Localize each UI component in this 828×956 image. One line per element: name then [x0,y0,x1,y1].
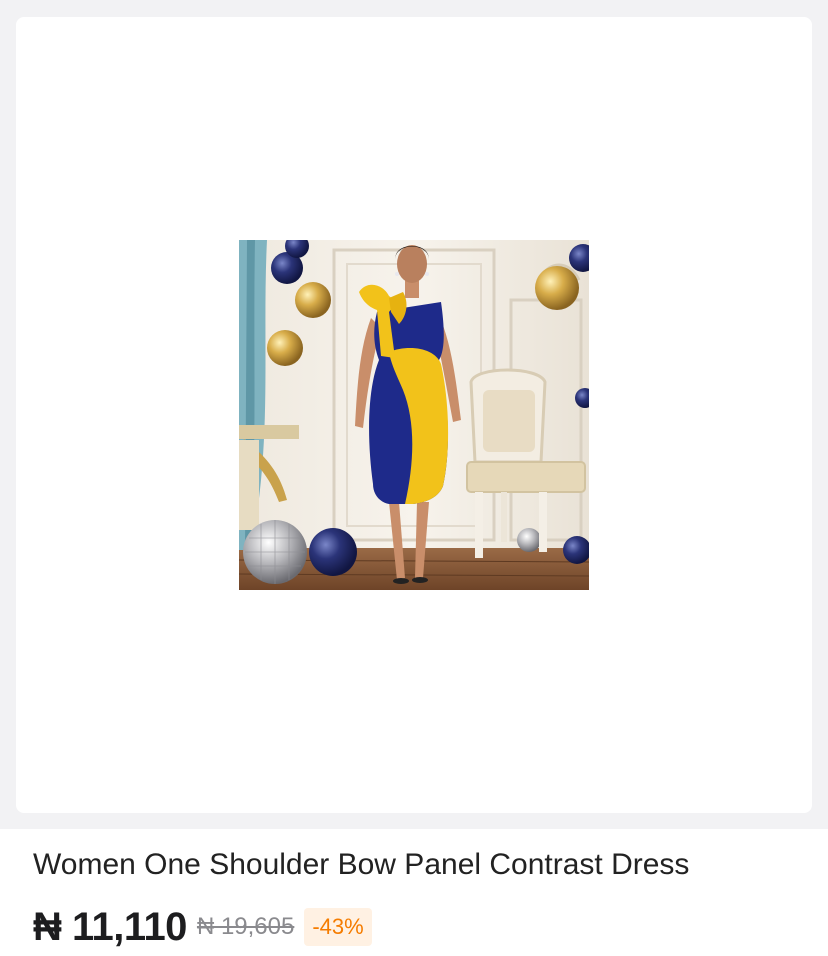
discount-badge: -43% [304,908,372,946]
original-price: ₦ 19,605 [196,913,295,940]
price-row: ₦ 11,110 ₦ 19,605 -43% [33,905,372,949]
product-title[interactable]: Women One Shoulder Bow Panel Contrast Dr… [33,847,689,883]
product-info-panel: Women One Shoulder Bow Panel Contrast Dr… [0,829,828,956]
current-price: ₦ 11,110 [33,904,187,949]
product-image-card[interactable] [16,17,812,813]
product-photo[interactable] [239,240,589,590]
